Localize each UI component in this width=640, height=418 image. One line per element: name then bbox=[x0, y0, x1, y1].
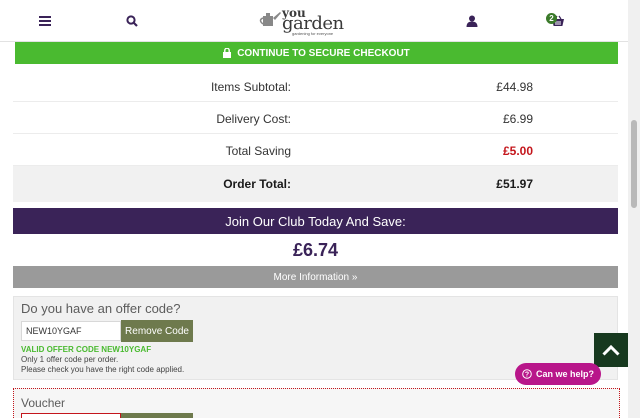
watering-can-icon bbox=[259, 12, 281, 26]
secure-checkout-button[interactable]: CONTINUE TO SECURE CHECKOUT bbox=[15, 42, 618, 64]
basket-count-badge: 2 bbox=[546, 13, 557, 24]
subtotal-row: Items Subtotal: £44.98 bbox=[13, 70, 618, 102]
padlock-icon bbox=[223, 48, 232, 58]
svg-text:?: ? bbox=[525, 371, 529, 378]
search-icon[interactable] bbox=[123, 12, 141, 30]
saving-row: Total Saving £5.00 bbox=[13, 134, 618, 166]
offer-note-one: Only 1 offer code per order. bbox=[21, 355, 119, 364]
delivery-row: Delivery Cost: £6.99 bbox=[13, 102, 618, 134]
subtotal-value: £44.98 bbox=[496, 80, 533, 94]
saving-value: £5.00 bbox=[502, 144, 533, 158]
order-totals: Items Subtotal: £44.98 Delivery Cost: £6… bbox=[13, 70, 618, 202]
more-information-button[interactable]: More Information » bbox=[13, 266, 618, 288]
scrollbar-thumb[interactable] bbox=[631, 120, 637, 208]
valid-offer-message: VALID OFFER CODE NEW10YGAF bbox=[21, 345, 152, 354]
club-price: £6.74 bbox=[13, 234, 618, 266]
chevron-up-icon bbox=[602, 344, 620, 356]
offer-code-input[interactable]: NEW10YGAF bbox=[21, 321, 121, 341]
delivery-value: £6.99 bbox=[502, 112, 533, 126]
voucher-panel: Voucher bbox=[13, 388, 620, 418]
offer-note-two: Please check you have the right code app… bbox=[21, 365, 185, 374]
logo-tagline: gardening for everyone bbox=[292, 31, 334, 36]
subtotal-label: Items Subtotal: bbox=[210, 80, 291, 94]
order-total-label: Order Total: bbox=[223, 177, 291, 191]
club-heading: Join Our Club Today And Save: bbox=[13, 208, 618, 234]
back-to-top-button[interactable] bbox=[594, 333, 628, 367]
question-circle-icon: ? bbox=[522, 369, 532, 379]
delivery-label: Delivery Cost: bbox=[216, 112, 291, 126]
remove-code-button[interactable]: Remove Code bbox=[121, 320, 193, 342]
saving-label: Total Saving bbox=[225, 144, 291, 158]
help-chat-label: Can we help? bbox=[535, 369, 594, 379]
secure-checkout-label: CONTINUE TO SECURE CHECKOUT bbox=[237, 47, 410, 59]
order-total-value: £51.97 bbox=[496, 177, 533, 191]
help-chat-button[interactable]: ? Can we help? bbox=[515, 363, 601, 385]
voucher-apply-button[interactable] bbox=[121, 413, 193, 418]
site-logo[interactable]: you garden gardening for everyone bbox=[258, 4, 350, 36]
voucher-title: Voucher bbox=[21, 396, 66, 410]
scrollbar-track[interactable] bbox=[628, 0, 640, 418]
order-total-row: Order Total: £51.97 bbox=[13, 166, 618, 202]
offer-code-title: Do you have an offer code? bbox=[21, 301, 181, 316]
account-icon[interactable] bbox=[463, 12, 481, 30]
hamburger-menu-icon[interactable] bbox=[36, 12, 54, 30]
site-header: you garden gardening for everyone 2 bbox=[0, 0, 628, 42]
voucher-input[interactable] bbox=[21, 413, 121, 418]
